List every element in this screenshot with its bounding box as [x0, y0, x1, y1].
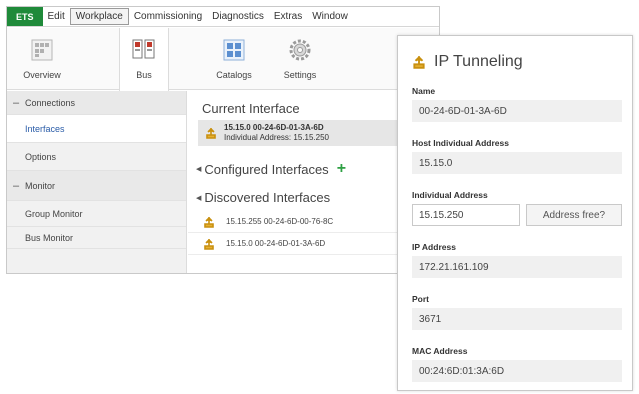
sidebar-item-options[interactable]: Options [7, 143, 186, 171]
current-interface-name: 15.15.0 00-24-6D-01-3A-6D [224, 123, 324, 132]
sidebar-item-label: Bus Monitor [25, 232, 74, 243]
settings-label: Settings [283, 70, 317, 80]
ip-interface-icon [412, 55, 426, 69]
bus-label: Bus [136, 70, 152, 80]
plus-icon[interactable]: + [337, 160, 346, 178]
bus-icon [129, 36, 159, 64]
mac-address-label: MAC Address [412, 346, 468, 356]
name-field[interactable]: 00-24-6D-01-3A-6D [412, 100, 622, 122]
host-address-field[interactable]: 15.15.0 [412, 152, 622, 174]
mac-address-field[interactable]: 00:24:6D:01:3A:6D [412, 360, 622, 382]
ip-address-label: IP Address [412, 242, 456, 252]
current-interface-address: Individual Address: 15.15.250 [224, 133, 329, 142]
sidebar-item-bus-monitor[interactable]: Bus Monitor [7, 227, 186, 249]
sidebar-item-label: Interfaces [25, 123, 65, 134]
catalogs-icon [219, 36, 249, 64]
ip-tunneling-panel: IP Tunneling Name 00-24-6D-01-3A-6D Host… [397, 35, 633, 391]
expand-icon: ◀ [196, 194, 202, 202]
discovered-interface-row[interactable]: 15.15.0 00-24-6D-01-3A-6D [188, 233, 428, 255]
settings-tab[interactable]: Settings [275, 28, 325, 90]
catalogs-label: Catalogs [216, 70, 252, 80]
discovered-interface-row[interactable]: 15.15.255 00-24-6D-00-76-8C [188, 211, 428, 233]
toolbar: Overview Bus Catalogs Settings [7, 28, 439, 91]
port-label: Port [412, 294, 429, 304]
overview-label: Overview [23, 70, 61, 80]
bus-tab[interactable]: Bus [119, 28, 169, 91]
sidebar-section-label: Connections [25, 97, 76, 108]
collapse-icon: – [13, 96, 20, 109]
menu-workplace[interactable]: Workplace [69, 8, 129, 25]
configured-interfaces-label: Configured Interfaces [204, 161, 329, 177]
sidebar-item-interfaces[interactable]: Interfaces [7, 115, 186, 143]
ip-interface-icon [204, 126, 218, 140]
menu-ets[interactable]: ETS [7, 7, 43, 26]
ip-interface-icon [202, 237, 216, 251]
current-interface-card[interactable]: 15.15.0 00-24-6D-01-3A-6D Individual Add… [198, 120, 428, 146]
menu-diagnostics[interactable]: Diagnostics [207, 7, 269, 26]
sidebar-item-group-monitor[interactable]: Group Monitor [7, 201, 186, 227]
discovered-interfaces-label: Discovered Interfaces [204, 190, 331, 205]
ets-main-window: ETS Edit Workplace Commissioning Diagnos… [6, 6, 440, 274]
menu-window[interactable]: Window [307, 7, 353, 26]
discovered-interface-text: 15.15.255 00-24-6D-00-76-8C [226, 217, 334, 226]
overview-tab[interactable]: Overview [15, 28, 69, 90]
panel-title: IP Tunneling [412, 53, 523, 71]
catalogs-tab[interactable]: Catalogs [211, 28, 257, 90]
discovered-interface-text: 15.15.0 00-24-6D-01-3A-6D [226, 239, 326, 248]
address-free-button[interactable]: Address free? [526, 204, 622, 226]
collapse-icon: – [13, 179, 20, 192]
overview-icon [27, 36, 57, 64]
sidebar-section-connections[interactable]: – Connections [7, 91, 186, 115]
sidebar: – Connections Interfaces Options – Monit… [7, 91, 187, 273]
expand-icon: ◀ [196, 166, 202, 173]
name-label: Name [412, 86, 436, 96]
individual-address-input[interactable]: 15.15.250 [412, 204, 520, 226]
sidebar-section-label: Monitor [25, 180, 56, 191]
sidebar-item-label: Group Monitor [25, 208, 83, 219]
gear-icon [285, 36, 315, 64]
menu-edit[interactable]: Edit [43, 7, 70, 26]
panel-title-text: IP Tunneling [434, 53, 523, 70]
host-address-label: Host Individual Address [412, 138, 509, 148]
ip-address-field[interactable]: 172.21.161.109 [412, 256, 622, 278]
port-field[interactable]: 3671 [412, 308, 622, 330]
menu-bar: ETS Edit Workplace Commissioning Diagnos… [7, 7, 439, 27]
sidebar-section-monitor[interactable]: – Monitor [7, 171, 186, 201]
ip-interface-icon [202, 215, 216, 229]
menu-commissioning[interactable]: Commissioning [129, 7, 207, 26]
menu-extras[interactable]: Extras [269, 7, 307, 26]
sidebar-item-label: Options [25, 151, 57, 162]
individual-address-label: Individual Address [412, 190, 488, 200]
